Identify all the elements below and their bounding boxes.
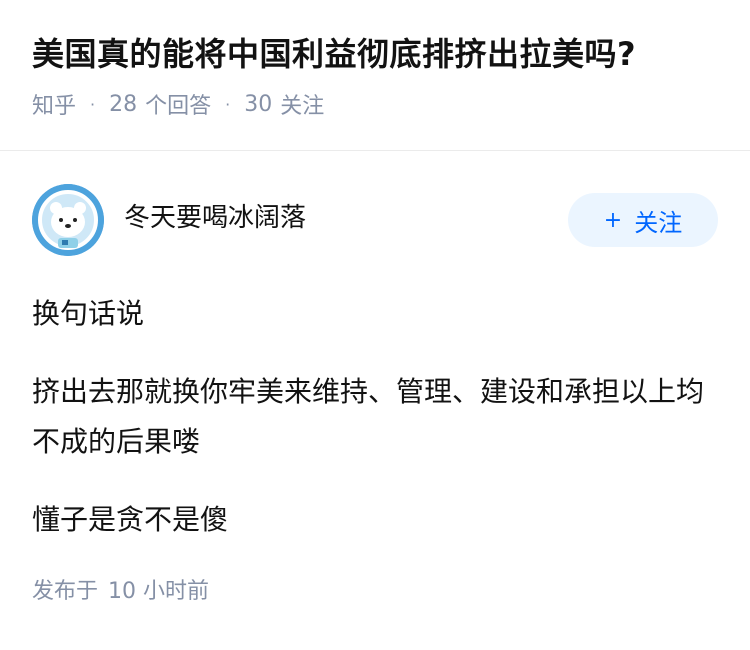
plus-icon: +: [603, 207, 623, 233]
question-title[interactable]: 美国真的能将中国利益彻底排挤出拉美吗?: [32, 30, 718, 78]
separator-dot: ·: [225, 94, 231, 114]
answer-paragraph: 懂子是贪不是傻: [32, 503, 229, 536]
answer-paragraph: 换句话说: [32, 297, 145, 330]
followers-count: 30: [244, 91, 273, 117]
followers-label[interactable]: 关注: [280, 88, 324, 120]
answer-content: 换句话说 挤出去那就换你牢美来维持、管理、建设和承担以上均不成的后果喽 懂子是贪…: [32, 289, 718, 545]
published-time-value: 10 小时前: [108, 579, 210, 604]
answer-paragraph: 挤出去那就换你牢美来维持、管理、建设和承担以上均不成的后果喽: [32, 375, 705, 458]
author-row: 冬天要喝冰阔落 + 关注: [32, 183, 718, 257]
answer-card: 冬天要喝冰阔落 + 关注 换句话说 挤出去那就换你牢美来维持、管理、建设和承担以…: [0, 151, 750, 605]
follow-button-label: 关注: [634, 208, 683, 237]
avatar[interactable]: [32, 184, 104, 256]
answers-label[interactable]: 个回答: [145, 88, 211, 120]
source-label[interactable]: 知乎: [32, 88, 76, 120]
published-prefix: 发布于: [32, 579, 99, 604]
follow-button[interactable]: + 关注: [568, 193, 718, 247]
question-meta: 知乎 · 28 个回答 · 30 关注: [32, 88, 718, 120]
published-time: 发布于 10 小时前: [32, 573, 718, 605]
separator-dot: ·: [90, 94, 96, 114]
question-header: 美国真的能将中国利益彻底排挤出拉美吗? 知乎 · 28 个回答 · 30 关注: [0, 0, 750, 151]
author-name[interactable]: 冬天要喝冰阔落: [124, 197, 568, 234]
polar-bear-astronaut-avatar-icon: [32, 184, 104, 256]
answers-count: 28: [109, 91, 138, 117]
